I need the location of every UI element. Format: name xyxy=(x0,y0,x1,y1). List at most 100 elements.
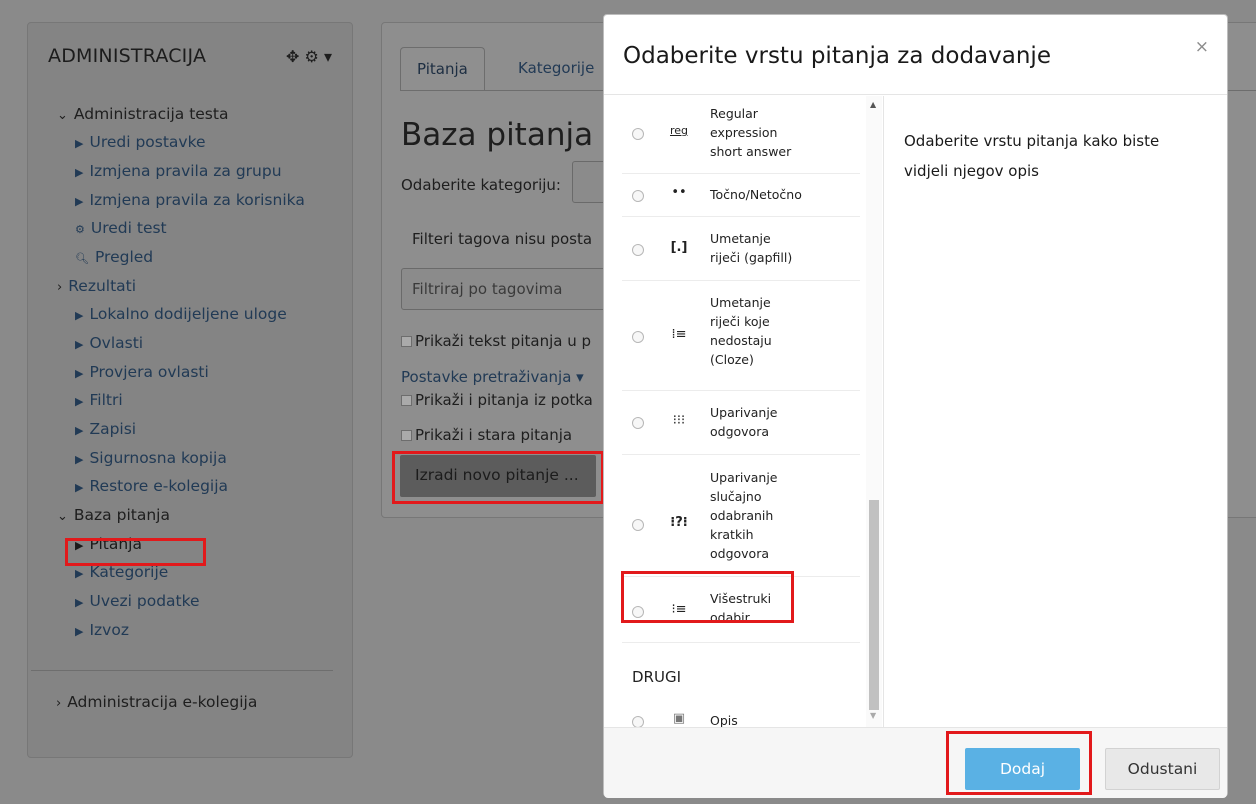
tree-item-pregled[interactable]: 🔍︎ Pregled xyxy=(75,248,153,266)
category-label: Odaberite kategoriju: xyxy=(401,176,561,194)
close-icon[interactable]: × xyxy=(1195,37,1209,57)
triangle-right-icon: ▶ xyxy=(75,481,84,494)
triangle-right-icon: ▶ xyxy=(75,367,84,380)
question-type-cloze[interactable]: ⁞≡ Umetanje riječi koje nedostaju (Cloze… xyxy=(622,281,860,391)
dialog-title: Odaberite vrstu pitanja za dodavanje xyxy=(623,43,1051,69)
page-title: Baza pitanja xyxy=(401,117,594,153)
tree-item-ovlasti[interactable]: ▶ Ovlasti xyxy=(75,334,143,352)
tree-item-sigurnosna-kopija[interactable]: ▶ Sigurnosna kopija xyxy=(75,449,227,467)
block-controls-icon[interactable]: ✥ ⚙ ▾ xyxy=(286,47,332,66)
triangle-right-icon: ▶ xyxy=(75,166,84,179)
tree-item-administracija-testa[interactable]: ⌄ Administracija testa xyxy=(57,105,228,123)
chevron-right-icon: › xyxy=(57,280,63,295)
radio-button[interactable] xyxy=(632,331,644,343)
tree-item-lokalne-uloge[interactable]: ▶ Lokalno dodijeljene uloge xyxy=(75,305,287,323)
divider xyxy=(31,670,333,671)
tree-item-provjera-ovlasti[interactable]: ▶ Provjera ovlasti xyxy=(75,363,209,381)
checkbox[interactable] xyxy=(401,430,412,441)
scroll-up-arrow-icon[interactable]: ▲ xyxy=(870,100,876,109)
checkbox[interactable] xyxy=(401,336,412,347)
search-options-toggle[interactable]: Postavke pretraživanja ▾ xyxy=(401,368,584,386)
show-old-option[interactable]: Prikaži i stara pitanja xyxy=(401,426,572,444)
question-type-label: Umetanje riječi (gapfill) xyxy=(710,231,793,265)
radio-button[interactable] xyxy=(632,417,644,429)
question-type-matching[interactable]: ⁝⁝⁝ Uparivanje odgovora xyxy=(622,391,860,455)
tree-item-administracija-e-kolegija[interactable]: › Administracija e-kolegija xyxy=(56,693,257,711)
tree-item-uvezi[interactable]: ▶ Uvezi podatke xyxy=(75,592,200,610)
question-type-list: reg Regular expression short answer •• T… xyxy=(604,96,884,727)
gear-icon: ⚙ xyxy=(75,223,85,236)
triangle-right-icon: ▶ xyxy=(75,424,84,437)
question-type-description-text: Odaberite vrstu pitanja kako biste vidje… xyxy=(904,132,1160,180)
chevron-right-icon: › xyxy=(56,696,62,711)
show-sub-option[interactable]: Prikaži i pitanja iz potka xyxy=(401,391,593,409)
administration-block: ADMINISTRACIJA ✥ ⚙ ▾ ⌄ Administracija tes… xyxy=(27,22,353,758)
question-type-random-matching[interactable]: ⁝?⁝ Uparivanje slučajno odabranih kratki… xyxy=(622,455,860,577)
radio-button[interactable] xyxy=(632,716,644,727)
triangle-right-icon: ▶ xyxy=(75,567,84,580)
question-type-true-false[interactable]: •• Točno/Netočno xyxy=(622,174,860,217)
description-icon: ▣ xyxy=(672,711,686,726)
radio-button[interactable] xyxy=(632,244,644,256)
regex-icon: reg xyxy=(669,124,689,137)
triangle-right-icon: ▶ xyxy=(75,395,84,408)
triangle-right-icon: ▶ xyxy=(75,309,84,322)
tree-item-filtri[interactable]: ▶ Filtri xyxy=(75,391,123,409)
cloze-icon: ⁞≡ xyxy=(671,327,687,342)
random-matching-icon: ⁝?⁝ xyxy=(670,515,688,530)
triangle-right-icon: ▶ xyxy=(75,195,84,208)
tree-item-rezultati[interactable]: › Rezultati xyxy=(57,277,136,295)
tree-item-pravila-grupa[interactable]: ▶ Izmjena pravila za grupu xyxy=(75,162,282,180)
question-type-label: Uparivanje odgovora xyxy=(710,405,778,439)
show-text-option[interactable]: Prikaži tekst pitanja u p xyxy=(401,332,591,350)
admin-title: ADMINISTRACIJA xyxy=(48,45,207,67)
scroll-down-arrow-icon[interactable]: ▼ xyxy=(870,711,876,720)
question-type-label: Umetanje riječi koje nedostaju (Cloze) xyxy=(710,295,772,367)
scroll-thumb[interactable] xyxy=(869,500,879,710)
dialog-header: Odaberite vrstu pitanja za dodavanje × xyxy=(604,15,1227,95)
triangle-right-icon: ▶ xyxy=(75,338,84,351)
highlight-add-button xyxy=(946,731,1092,795)
group-title-other: DRUGI xyxy=(632,668,681,686)
highlight-pitanja xyxy=(65,538,206,566)
tags-info: Filteri tagova nisu posta xyxy=(412,230,593,248)
triangle-right-icon: ▶ xyxy=(75,453,84,466)
cancel-button[interactable]: Odustani xyxy=(1105,748,1220,790)
chevron-down-icon: ⌄ xyxy=(57,108,68,123)
highlight-create-button xyxy=(392,451,604,504)
question-type-gapfill[interactable]: [.] Umetanje riječi (gapfill) xyxy=(622,217,860,281)
choose-question-type-dialog: Odaberite vrstu pitanja za dodavanje × r… xyxy=(603,14,1228,798)
tag-filter-input[interactable]: Filtriraj po tagovima xyxy=(401,268,631,310)
tree-item-zapisi[interactable]: ▶ Zapisi xyxy=(75,420,136,438)
radio-button[interactable] xyxy=(632,128,644,140)
question-type-label: Opis xyxy=(710,713,738,727)
tab-kategorije[interactable]: Kategorije xyxy=(502,47,610,91)
dialog-footer: Dodaj Odustani xyxy=(604,727,1227,798)
tab-pitanja[interactable]: Pitanja xyxy=(400,47,485,91)
true-false-icon: •• xyxy=(671,185,687,200)
divider xyxy=(622,642,860,643)
triangle-right-icon: ▶ xyxy=(75,137,84,150)
tree-item-izvoz[interactable]: ▶ Izvoz xyxy=(75,621,129,639)
tree-item-restore[interactable]: ▶ Restore e-kolegija xyxy=(75,477,228,495)
scrollbar[interactable]: ▲ ▼ xyxy=(866,96,882,727)
radio-button[interactable] xyxy=(632,190,644,202)
checkbox[interactable] xyxy=(401,395,412,406)
matching-icon: ⁝⁝⁝ xyxy=(672,413,686,428)
tree-item-baza-pitanja[interactable]: ⌄ Baza pitanja xyxy=(57,506,170,524)
tree-item-uredi-postavke[interactable]: ▶ Uredi postavke xyxy=(75,133,206,151)
radio-button[interactable] xyxy=(632,519,644,531)
highlight-multiple-choice xyxy=(621,571,794,623)
tree-item-pravila-korisnik[interactable]: ▶ Izmjena pravila za korisnika xyxy=(75,191,305,209)
question-type-label: Uparivanje slučajno odabranih kratkih od… xyxy=(710,470,778,561)
zoom-icon: 🔍︎ xyxy=(75,252,89,265)
question-type-description[interactable]: ▣ Opis xyxy=(622,700,860,727)
question-type-regex[interactable]: reg Regular expression short answer xyxy=(622,96,860,174)
question-type-label: Točno/Netočno xyxy=(710,187,802,202)
chevron-down-icon: ⌄ xyxy=(57,509,68,524)
question-type-label: Regular expression short answer xyxy=(710,106,792,159)
triangle-right-icon: ▶ xyxy=(75,596,84,609)
triangle-right-icon: ▶ xyxy=(75,625,84,638)
tree-item-uredi-test[interactable]: ⚙ Uredi test xyxy=(75,219,167,237)
gapfill-icon: [.] xyxy=(670,240,688,255)
